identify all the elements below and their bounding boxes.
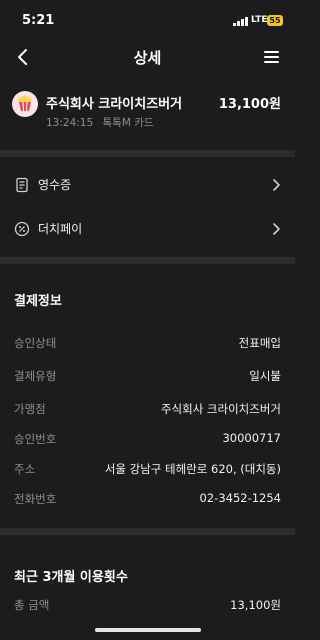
card-name: 톡톡M 카드 xyxy=(102,117,154,129)
info-key: 승인번호 xyxy=(14,432,57,446)
section-divider xyxy=(0,528,295,535)
dutch-pay-label: 더치페이 xyxy=(38,222,83,236)
dutch-pay-link[interactable]: 더치페이 xyxy=(0,207,295,251)
transaction-summary: 주식회사 크라이치즈버거 13,100원 13:24:15 톡톡M 카드 xyxy=(0,85,295,147)
info-key: 승인상태 xyxy=(14,336,57,350)
receipt-link[interactable]: 영수증 xyxy=(0,163,295,207)
transaction-meta: 13:24:15 톡톡M 카드 xyxy=(46,115,154,130)
info-row-total-amount: 총 금액 13,100원 xyxy=(0,590,295,619)
status-time: 5:21 xyxy=(22,13,55,28)
info-row-payment-type: 결제유형 일시불 xyxy=(0,361,295,390)
transaction-time: 13:24:15 xyxy=(46,117,94,129)
nav-bar: 상세 xyxy=(0,40,295,76)
usage-title: 최근 3개월 이용횟수 xyxy=(14,570,128,585)
info-key: 결제유형 xyxy=(14,369,57,383)
network-label: LTE xyxy=(251,15,268,25)
hamburger-icon xyxy=(264,51,279,53)
section-divider xyxy=(0,150,295,157)
info-value: 일시불 xyxy=(249,369,281,383)
section-divider xyxy=(0,257,295,264)
status-bar: 5:21 LTE 55 xyxy=(0,0,295,40)
menu-button[interactable] xyxy=(262,48,282,66)
merchant-name: 주식회사 크라이치즈버거 xyxy=(46,97,183,112)
chevron-right-icon xyxy=(273,179,280,191)
signal-icon xyxy=(233,17,248,26)
info-row-merchant: 가맹점 주식회사 크라이치즈버거 xyxy=(0,394,295,423)
info-value: 서울 강남구 테헤란로 620, (대치동) xyxy=(104,462,281,476)
dutch-pay-icon xyxy=(14,221,30,237)
page-title: 상세 xyxy=(133,49,162,67)
info-row-approval-status: 승인상태 전표매입 xyxy=(0,328,295,357)
info-value: 30000717 xyxy=(222,431,281,445)
info-value: 전표매입 xyxy=(238,336,281,350)
receipt-label: 영수증 xyxy=(38,178,72,192)
merchant-logo xyxy=(12,91,38,117)
info-value: 02-3452-1254 xyxy=(199,491,281,505)
receipt-icon xyxy=(16,177,28,193)
info-row-address: 주소 서울 강남구 테헤란로 620, (대치동) xyxy=(0,454,295,483)
battery-icon: 55 xyxy=(267,15,283,26)
chevron-right-icon xyxy=(273,223,280,235)
transaction-amount: 13,100원 xyxy=(218,97,281,112)
info-row-phone: 전화번호 02-3452-1254 xyxy=(0,484,295,513)
info-key: 전화번호 xyxy=(14,492,57,506)
info-value: 주식회사 크라이치즈버거 xyxy=(160,402,281,416)
info-key: 주소 xyxy=(14,462,36,476)
info-row-approval-number: 승인번호 30000717 xyxy=(0,424,295,453)
info-key: 총 금액 xyxy=(14,598,50,612)
payment-info-title: 결제정보 xyxy=(14,294,62,309)
popcorn-icon xyxy=(18,95,32,112)
info-key: 가맹점 xyxy=(14,402,46,416)
home-indicator[interactable] xyxy=(95,628,201,632)
info-value: 13,100원 xyxy=(230,598,281,612)
